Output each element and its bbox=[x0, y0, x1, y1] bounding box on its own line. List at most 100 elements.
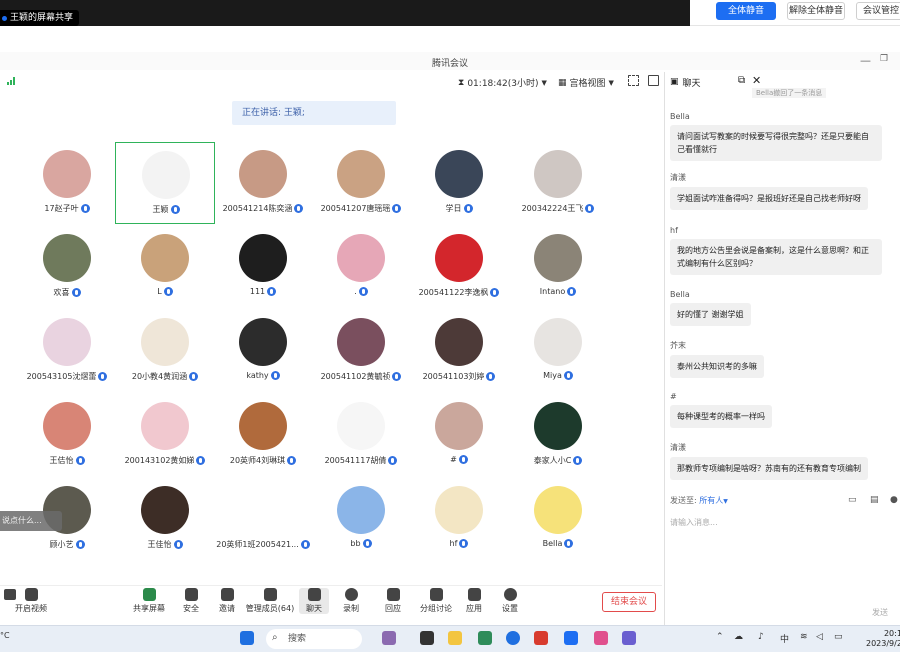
edge-icon[interactable] bbox=[506, 631, 520, 645]
mic-muted-icon bbox=[71, 288, 81, 297]
participant-name: 欢喜 bbox=[17, 287, 117, 298]
participant-tile[interactable]: 200541103刘婷 bbox=[409, 310, 509, 392]
weather-temp[interactable]: °C bbox=[0, 631, 10, 640]
wifi-icon[interactable]: ≋ bbox=[800, 632, 808, 642]
toolbar-btn-chat[interactable]: 聊天 bbox=[299, 588, 329, 614]
avatar bbox=[43, 234, 91, 282]
participant-tile[interactable]: 200143102黄如娣 bbox=[115, 394, 215, 476]
meeting-timer[interactable]: ⧗ 01:18:42(3小时) ▼ bbox=[458, 76, 547, 90]
participant-tile[interactable]: Miya bbox=[508, 310, 608, 392]
mic-muted-icon bbox=[567, 287, 577, 296]
taskbar-clock[interactable]: 20:11 2023/9/21 bbox=[866, 629, 900, 649]
participant-tile[interactable]: 200541102黄毓祯 bbox=[311, 310, 411, 392]
mic-icon[interactable]: ♪ bbox=[758, 632, 764, 642]
toolbar-btn-apps[interactable]: 应用 bbox=[455, 588, 493, 614]
participant-tile[interactable]: 泰家人小C bbox=[508, 394, 608, 476]
close-icon[interactable]: ✕ bbox=[752, 74, 761, 87]
ime-indicator[interactable]: 中 bbox=[780, 632, 789, 645]
participant-tile[interactable]: bb bbox=[311, 478, 411, 560]
participant-name-text: hf bbox=[449, 539, 458, 548]
participant-tile[interactable]: Bella bbox=[508, 478, 608, 560]
wps-icon[interactable] bbox=[534, 631, 548, 645]
windows-start-icon[interactable] bbox=[240, 631, 254, 645]
participant-tile[interactable]: Intano bbox=[508, 226, 608, 308]
chevron-up-icon[interactable]: ⌃ bbox=[716, 632, 724, 642]
participant-tile[interactable]: . bbox=[311, 226, 411, 308]
share-dot-icon bbox=[2, 15, 7, 21]
toolbar-btn-video[interactable]: 开启视频 bbox=[12, 588, 50, 614]
mic-muted-icon bbox=[459, 539, 469, 548]
participant-tile[interactable]: hf bbox=[409, 478, 509, 560]
screen-share-text: 王颖的屏幕共享 bbox=[10, 13, 74, 23]
participant-tile[interactable]: 王佳怡 bbox=[115, 478, 215, 560]
participant-name: bb bbox=[311, 539, 411, 548]
toolbar-btn-invite[interactable]: 邀请 bbox=[208, 588, 246, 614]
participant-tile[interactable]: 王佶怡 bbox=[17, 394, 117, 476]
end-meeting-button[interactable]: 结束会议 bbox=[602, 592, 656, 612]
task-view-icon[interactable] bbox=[420, 631, 434, 645]
toolbar-btn-reaction[interactable]: 回应 bbox=[374, 588, 412, 614]
meeting-control-button[interactable]: 会议管控 bbox=[856, 2, 900, 20]
avatar bbox=[141, 234, 189, 282]
participant-name-text: 111 bbox=[249, 287, 266, 296]
participant-tile[interactable]: 200342224王飞 bbox=[508, 142, 608, 224]
participant-tile[interactable]: 17赵子叶 bbox=[17, 142, 117, 224]
message-sender: 清漾 bbox=[670, 173, 686, 182]
view-switch[interactable]: ▦ 宫格视图 ▼ bbox=[558, 76, 614, 90]
participant-tile[interactable]: 200541214陈奕涵 bbox=[213, 142, 313, 224]
host-controls: 全体静音 解除全体静音 会议管控 bbox=[690, 0, 900, 26]
user-icon[interactable]: ● bbox=[890, 495, 898, 505]
chat-float-input[interactable]: 说点什么... bbox=[0, 511, 62, 531]
mic-muted-icon bbox=[573, 456, 583, 465]
participant-tile[interactable]: 20英师4刘琳琪 bbox=[213, 394, 313, 476]
send-button[interactable]: 发送 bbox=[872, 607, 888, 618]
participant-tile[interactable]: 20英师1班2005421... bbox=[213, 478, 313, 560]
participant-name: 泰家人小C bbox=[508, 455, 608, 466]
participant-tile[interactable]: 200543105沈熠蕾 bbox=[17, 310, 117, 392]
send-to-selector[interactable]: 发送至: 所有人▼ bbox=[670, 495, 728, 506]
participant-tile[interactable]: 欢喜 bbox=[17, 226, 117, 308]
participant-name: . bbox=[311, 287, 411, 296]
screenshot-icon[interactable]: ▤ bbox=[870, 495, 879, 505]
participant-name-text: 欢喜 bbox=[53, 288, 70, 297]
toolbar-btn-breakout[interactable]: 分组讨论 bbox=[417, 588, 455, 614]
participant-tile[interactable]: # bbox=[409, 394, 509, 476]
participant-tile[interactable]: 111 bbox=[213, 226, 313, 308]
volume-icon[interactable]: ◁ bbox=[816, 632, 823, 642]
explorer-icon[interactable] bbox=[448, 631, 462, 645]
app-icon[interactable] bbox=[594, 631, 608, 645]
avatar bbox=[337, 486, 385, 534]
unmute-all-button[interactable]: 解除全体静音 bbox=[787, 2, 845, 20]
app-icon[interactable] bbox=[478, 631, 492, 645]
participant-name: 200541122李逸枫 bbox=[409, 287, 509, 298]
mic-muted-icon bbox=[98, 372, 108, 381]
mic-muted-icon bbox=[458, 455, 468, 464]
toolbar-btn-settings[interactable]: 设置 bbox=[491, 588, 529, 614]
file-icon[interactable]: ▭ bbox=[848, 495, 857, 505]
toolbar-btn-security[interactable]: 安全 bbox=[172, 588, 210, 614]
participant-tile[interactable]: L bbox=[115, 226, 215, 308]
participant-tile[interactable]: 200541122李逸枫 bbox=[409, 226, 509, 308]
cloud-icon[interactable]: ☁ bbox=[734, 632, 743, 642]
mute-all-button[interactable]: 全体静音 bbox=[716, 2, 776, 20]
participant-tile[interactable]: 学日 bbox=[409, 142, 509, 224]
toolbar-btn-share[interactable]: 共享屏幕 bbox=[130, 588, 168, 614]
toolbar-btn-members[interactable]: 管理成员(64) bbox=[244, 588, 296, 614]
chat-input[interactable]: 请输入消息... bbox=[670, 517, 718, 528]
minimize-icon[interactable]: — bbox=[860, 54, 871, 67]
restore-icon[interactable]: ❐ bbox=[880, 54, 888, 64]
fullscreen-icon[interactable] bbox=[628, 75, 639, 86]
layout-icon[interactable] bbox=[648, 75, 659, 86]
participant-tile[interactable]: 王颖 bbox=[115, 142, 215, 224]
tencent-meeting-icon[interactable] bbox=[564, 631, 578, 645]
toolbar-btn-record[interactable]: 录制 bbox=[332, 588, 370, 614]
participant-tile[interactable]: 20小教4黄润涵 bbox=[115, 310, 215, 392]
participant-tile[interactable]: 200541207唐瑶瑶 bbox=[311, 142, 411, 224]
participant-tile[interactable]: kathy bbox=[213, 310, 313, 392]
app-icon[interactable] bbox=[622, 631, 636, 645]
participant-tile[interactable]: 200541117胡倩 bbox=[311, 394, 411, 476]
battery-icon[interactable]: ▭ bbox=[834, 632, 843, 642]
people-icon[interactable] bbox=[382, 631, 396, 645]
taskbar-search[interactable]: 搜索 bbox=[266, 629, 362, 649]
popout-icon[interactable]: ⧉ bbox=[738, 75, 745, 86]
